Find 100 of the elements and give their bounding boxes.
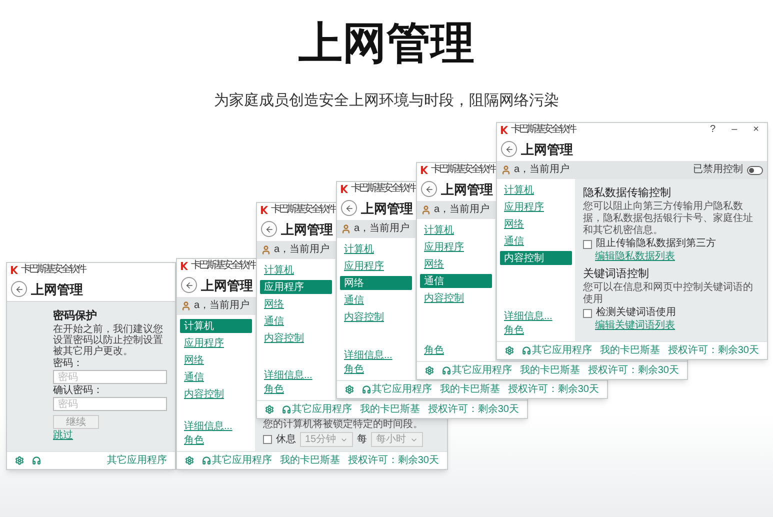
headset-icon[interactable] xyxy=(442,366,451,375)
arrow-left-icon xyxy=(344,204,354,212)
sidebar-link[interactable]: 角色 xyxy=(344,364,364,376)
sidebar-item[interactable]: 计算机 xyxy=(180,319,252,333)
sidebar-link[interactable]: 详细信息... xyxy=(504,311,552,323)
checkbox[interactable] xyxy=(583,240,592,248)
sidebar-item[interactable]: 计算机 xyxy=(500,183,572,197)
footer-link[interactable]: 其它应用程序 xyxy=(107,454,167,466)
sidebar-link[interactable]: 角色 xyxy=(184,435,204,447)
section-heading: 隐私数据传输控制 xyxy=(583,187,672,200)
sidebar-item[interactable]: 通信 xyxy=(260,314,332,328)
description-text: 您的计算机将被锁定特定的时间段。 xyxy=(263,419,424,431)
field-label: 密码： xyxy=(53,358,84,369)
sidebar-item[interactable]: 应用程序 xyxy=(260,280,332,294)
footer-link[interactable]: 其它应用程序 xyxy=(212,454,272,466)
sidebar-item[interactable]: 网络 xyxy=(500,217,572,231)
sidebar-link[interactable]: 角色 xyxy=(264,384,284,396)
interval-dropdown[interactable]: 每小时 xyxy=(371,432,424,447)
footer-link[interactable]: 我的卡巴斯基 xyxy=(600,344,660,356)
user-icon xyxy=(261,245,271,255)
back-button[interactable] xyxy=(341,200,357,216)
sidebar-link[interactable]: 详细信息... xyxy=(344,350,392,362)
sidebar-item[interactable]: 应用程序 xyxy=(340,259,412,273)
footer-link[interactable]: 授权许可：剩余30天 xyxy=(428,404,519,416)
footer-link[interactable]: 授权许可：剩余30天 xyxy=(668,344,759,356)
sidebar-item[interactable]: 通信 xyxy=(180,370,252,384)
sidebar-item[interactable]: 应用程序 xyxy=(500,200,572,214)
footer-link[interactable]: 授权许可：剩余30天 xyxy=(348,454,439,466)
footer-link[interactable]: 其它应用程序 xyxy=(452,364,512,376)
checkbox[interactable] xyxy=(263,435,272,444)
settings-icon[interactable] xyxy=(185,456,194,465)
footer-link[interactable]: 其它应用程序 xyxy=(532,344,592,356)
settings-icon[interactable] xyxy=(15,456,24,465)
toggle-switch[interactable] xyxy=(747,166,763,174)
sidebar-item[interactable]: 内容控制 xyxy=(180,387,252,401)
footer-link[interactable]: 我的卡巴斯基 xyxy=(360,404,420,416)
edit-link[interactable]: 编辑隐私数据列表 xyxy=(595,251,675,263)
description-text: 在开始之前，我们建议您设置密码以防止控制设置被其它用户更改。 xyxy=(53,324,164,357)
footer-link[interactable]: 我的卡巴斯基 xyxy=(280,454,340,466)
footer-link[interactable]: 其它应用程序 xyxy=(372,384,432,396)
sidebar-item[interactable]: 内容控制 xyxy=(500,251,572,265)
sidebar-item[interactable]: 网络 xyxy=(420,257,492,271)
skip-link[interactable]: 跳过 xyxy=(53,430,73,442)
sidebar-item[interactable]: 网络 xyxy=(340,276,412,290)
settings-icon[interactable] xyxy=(265,405,274,414)
footer-link[interactable]: 我的卡巴斯基 xyxy=(520,364,580,376)
sidebar-link[interactable]: 详细信息... xyxy=(184,421,232,433)
settings-icon[interactable] xyxy=(505,346,514,355)
sidebar-item[interactable]: 内容控制 xyxy=(340,310,412,324)
edit-link[interactable]: 编辑关键词语列表 xyxy=(595,320,675,332)
user-icon xyxy=(501,165,511,175)
sidebar-item[interactable]: 通信 xyxy=(340,293,412,307)
back-button[interactable] xyxy=(501,141,517,157)
sidebar-link[interactable]: 角色 xyxy=(424,345,444,357)
app-name: 卡巴斯基安全软件 xyxy=(271,204,335,216)
headset-icon[interactable] xyxy=(362,385,371,394)
window-control[interactable]: × xyxy=(753,124,759,136)
headset-icon[interactable] xyxy=(522,346,531,355)
back-button[interactable] xyxy=(421,181,437,197)
sidebar-item[interactable]: 计算机 xyxy=(260,263,332,277)
settings-icon[interactable] xyxy=(425,366,434,375)
description-text: 您可以在信息和网页中控制关键词语的使用 xyxy=(583,282,754,306)
continue-button[interactable]: 继续 xyxy=(53,415,99,429)
page-title: 上网管理 xyxy=(201,278,253,292)
password-field[interactable]: 密码 xyxy=(53,397,167,411)
headset-icon[interactable] xyxy=(202,456,211,465)
checkbox[interactable] xyxy=(583,308,592,318)
sidebar-item[interactable]: 内容控制 xyxy=(420,291,492,305)
page-heading: 上网管理 xyxy=(298,18,474,70)
back-button[interactable] xyxy=(11,281,27,297)
footer-link[interactable]: 授权许可：剩余30天 xyxy=(508,384,599,396)
sidebar-item[interactable]: 内容控制 xyxy=(260,331,332,345)
arrow-left-icon xyxy=(424,184,434,194)
headset-icon[interactable] xyxy=(32,456,41,465)
duration-dropdown[interactable]: 15分钟 xyxy=(300,432,354,447)
back-button[interactable] xyxy=(181,277,197,293)
sidebar-link[interactable]: 角色 xyxy=(504,325,524,337)
sidebar-item[interactable]: 应用程序 xyxy=(180,336,252,350)
sidebar-item[interactable]: 计算机 xyxy=(340,242,412,256)
logo-icon xyxy=(11,266,18,274)
headset-icon[interactable] xyxy=(282,405,291,414)
sidebar-item[interactable]: 网络 xyxy=(260,297,332,311)
back-button[interactable] xyxy=(261,221,277,237)
sidebar-item[interactable]: 通信 xyxy=(500,234,572,248)
window-control[interactable]: – xyxy=(732,124,738,136)
sidebar-item[interactable]: 通信 xyxy=(420,274,492,288)
page-title: 上网管理 xyxy=(31,282,83,296)
footer-link[interactable]: 授权许可：剩余30天 xyxy=(588,364,679,376)
settings-icon[interactable] xyxy=(345,385,354,394)
user-name: a，当前用户 xyxy=(194,300,250,312)
sidebar-item[interactable]: 应用程序 xyxy=(420,240,492,254)
page-title: 上网管理 xyxy=(361,200,413,216)
footer-link[interactable]: 其它应用程序 xyxy=(292,404,352,416)
window-control[interactable]: ? xyxy=(710,124,716,136)
section-heading: 关键词语控制 xyxy=(583,268,650,281)
sidebar-item[interactable]: 网络 xyxy=(180,353,252,367)
footer-link[interactable]: 我的卡巴斯基 xyxy=(440,384,500,396)
sidebar-item[interactable]: 计算机 xyxy=(420,223,492,237)
password-field[interactable]: 密码 xyxy=(53,370,167,384)
sidebar-link[interactable]: 详细信息... xyxy=(264,370,312,382)
